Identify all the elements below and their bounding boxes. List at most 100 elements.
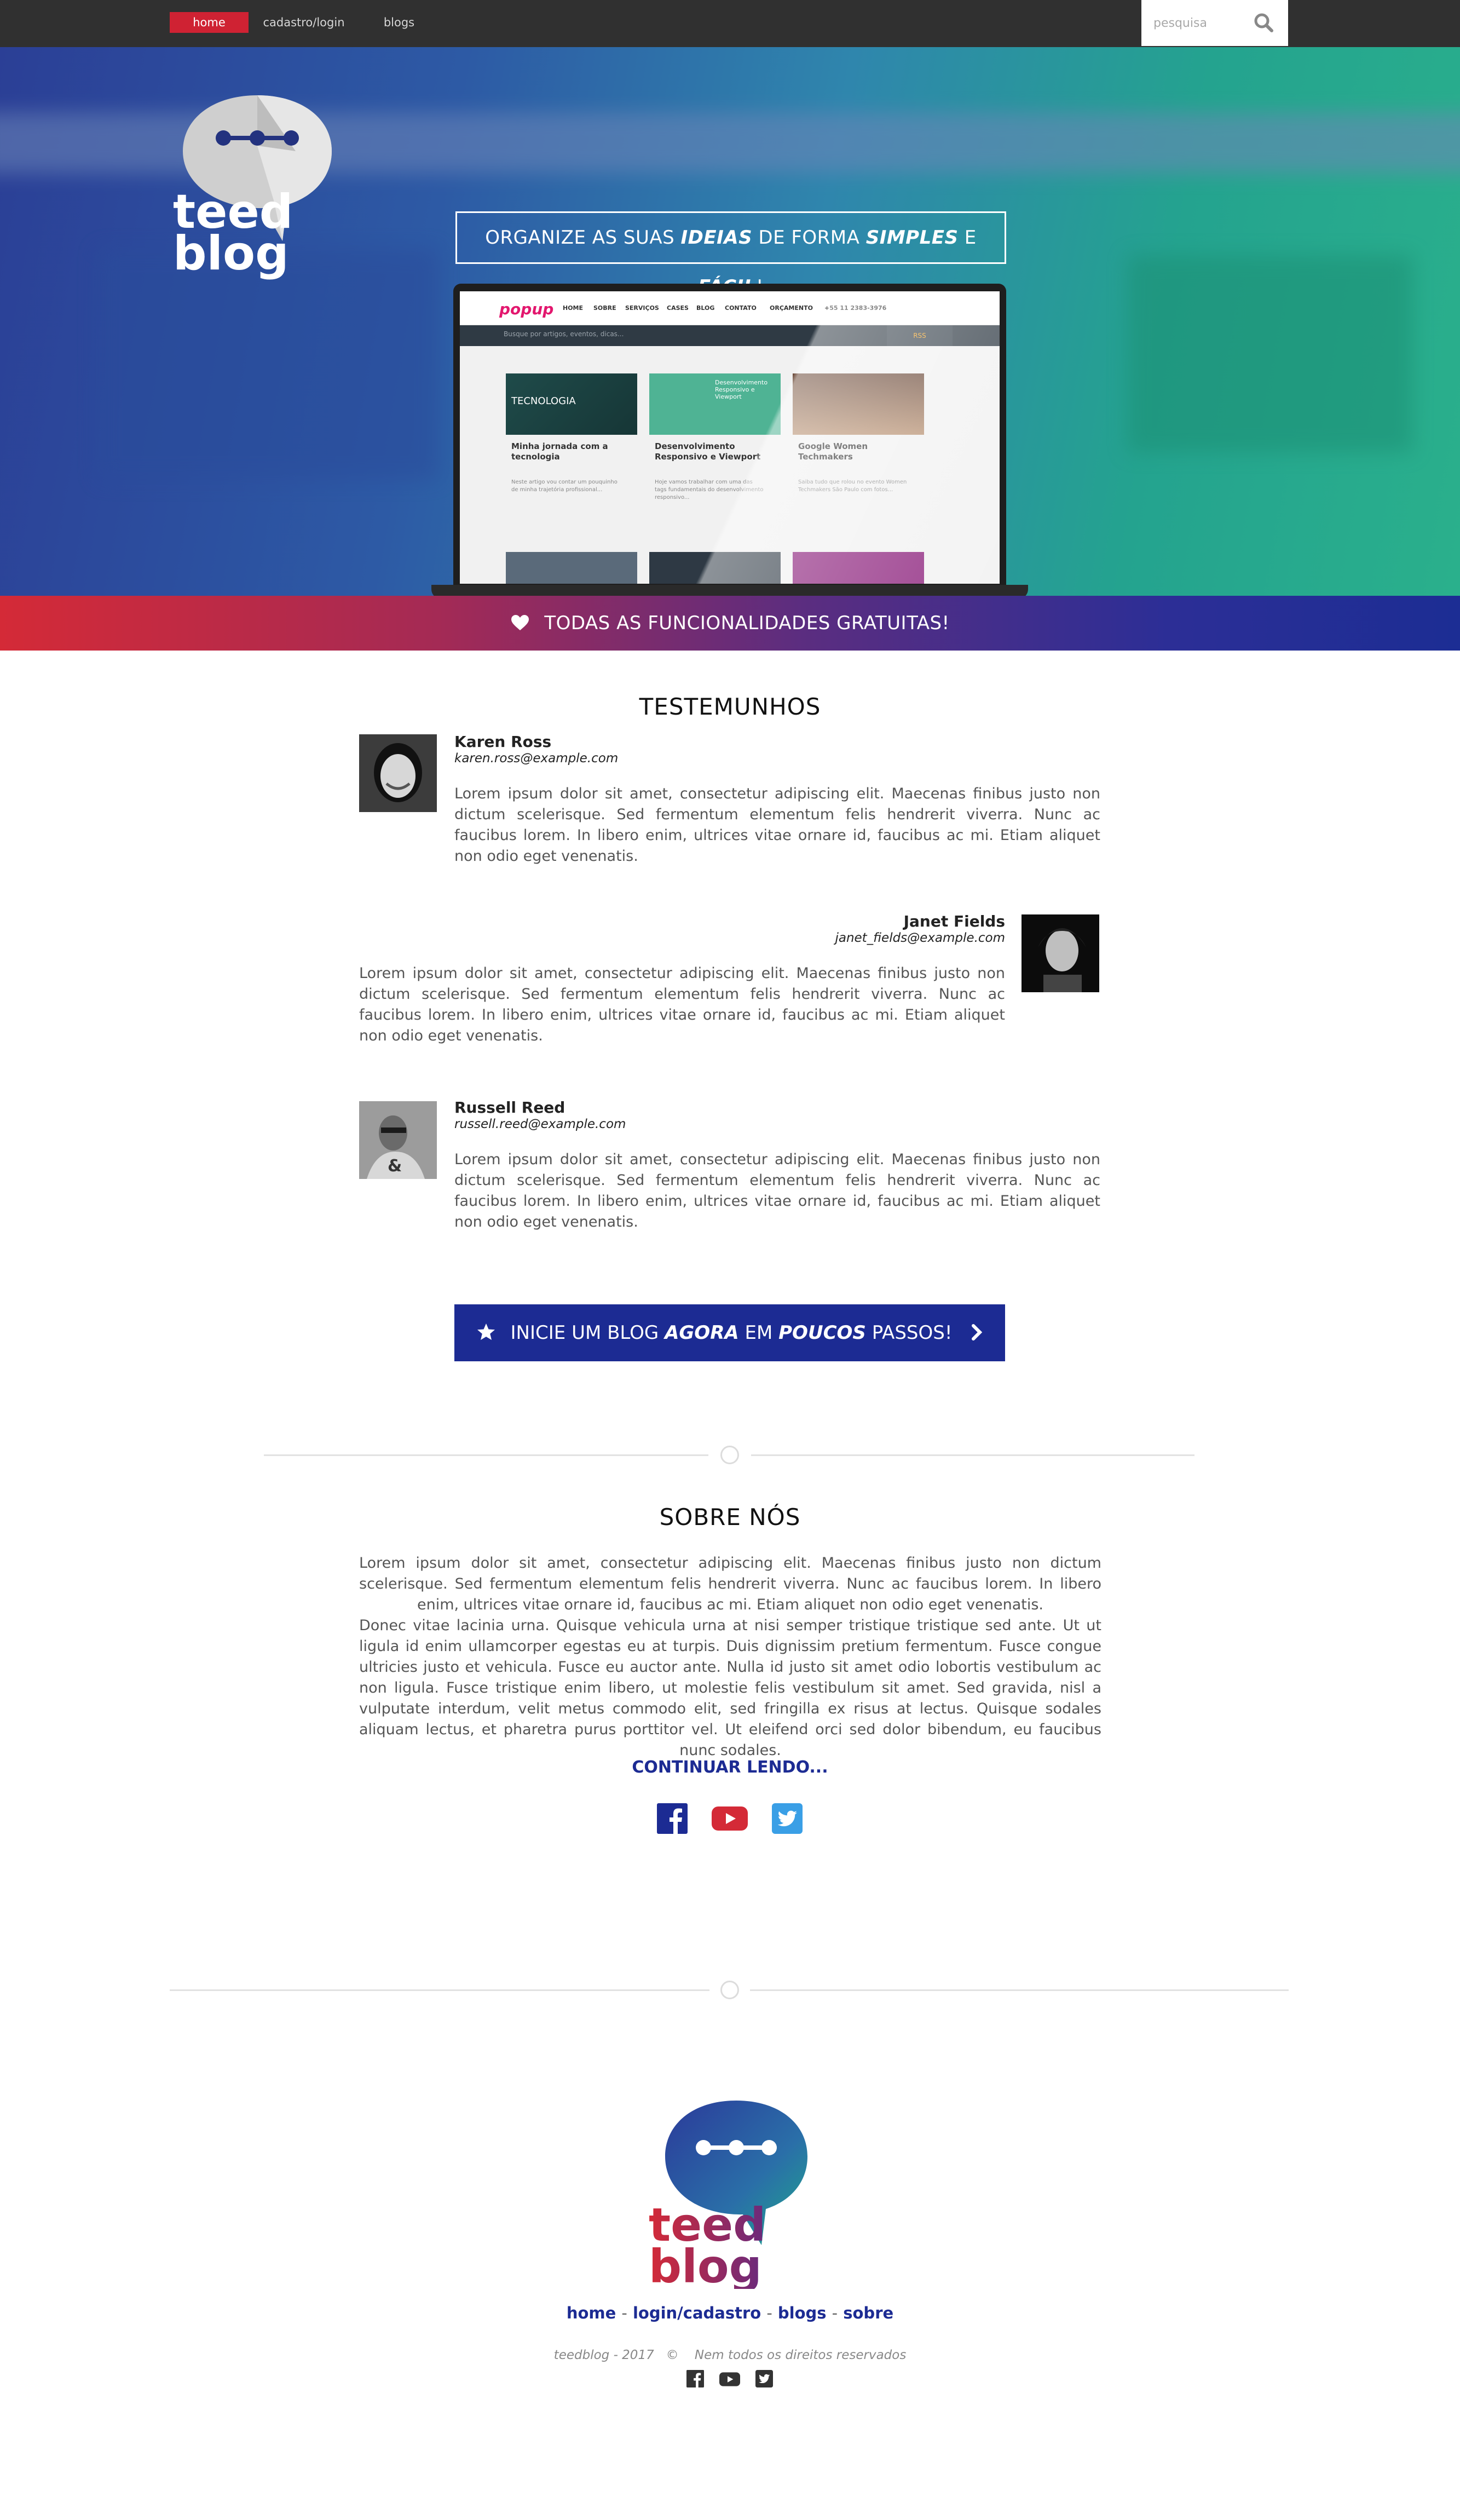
- nav-home-link[interactable]: home: [170, 12, 249, 33]
- testimonial-name: Karen Ross: [454, 733, 552, 751]
- cta-emphasis: POUCOS: [778, 1322, 866, 1344]
- about-paragraph: Donec vitae lacinia urna. Quisque vehicu…: [359, 1617, 1101, 1759]
- mockup-menu-item: BLOG: [696, 304, 715, 312]
- mockup-card-text: Saiba tudo que rolou no evento Women Tec…: [798, 479, 907, 493]
- logo-text-blog: blog: [173, 226, 289, 281]
- read-more-link[interactable]: CONTINUAR LENDO...: [0, 1758, 1460, 1777]
- laptop-screen: popup HOME SOBRE SERVIÇOS CASES BLOG CON…: [460, 291, 1000, 584]
- svg-text:&: &: [388, 1157, 402, 1176]
- avatar-photo: &: [359, 1101, 437, 1179]
- youtube-icon[interactable]: [712, 1806, 748, 1831]
- testimonial-text: Lorem ipsum dolor sit amet, consectetur …: [454, 1151, 1100, 1230]
- avatar-photo: [1022, 914, 1099, 992]
- mockup-card-image: [793, 373, 924, 435]
- mockup-search-bar: Busque por artigos, eventos, dicas... RS…: [460, 325, 1000, 346]
- nav-cadastro-login-link[interactable]: cadastro/login: [263, 12, 345, 33]
- mockup-logo: popup: [499, 300, 554, 318]
- about-text: Lorem ipsum dolor sit amet, consectetur …: [359, 1553, 1101, 1761]
- hero-blur-shape: [99, 250, 438, 480]
- top-navbar: home cadastro/login blogs: [0, 0, 1460, 47]
- footer-link-home[interactable]: home: [567, 2304, 616, 2322]
- about-title: SOBRE NÓS: [659, 1504, 801, 1531]
- star-icon: [477, 1323, 495, 1340]
- mockup-card: Desenvolvimento Responsivo e Viewport De…: [649, 373, 781, 538]
- mockup-menu-item: HOME: [563, 304, 584, 312]
- cta-text: PASSOS!: [865, 1322, 953, 1344]
- free-features-text: TODAS AS FUNCIONALIDADES GRATUITAS!: [544, 612, 950, 634]
- search-button[interactable]: [1251, 10, 1277, 36]
- testimonials-title: TESTEMUNHOS: [639, 693, 821, 720]
- divider: [170, 1989, 709, 1991]
- testimonial-text: Lorem ipsum dolor sit amet, consectetur …: [454, 785, 1100, 865]
- mockup-card-title: Google Women Techmakers: [798, 441, 868, 462]
- heart-icon: [511, 614, 529, 630]
- footer-nav: home - login/cadastro - blogs - sobre: [0, 2304, 1460, 2322]
- footer-link-login-cadastro[interactable]: login/cadastro: [633, 2304, 761, 2322]
- tagline-emphasis: IDEIAS: [680, 227, 753, 249]
- mockup-menu-item: SERVIÇOS: [625, 304, 659, 312]
- tagline-emphasis: SIMPLES: [865, 227, 959, 249]
- footer-link-blogs[interactable]: blogs: [778, 2304, 827, 2322]
- cta-text: EM: [738, 1322, 779, 1344]
- laptop-base: [431, 585, 1028, 596]
- mockup-card-image: [506, 552, 637, 584]
- mockup-card-image: Desenvolvimento Responsivo e Viewport: [649, 373, 781, 435]
- hero-blur-shape: [1128, 255, 1412, 452]
- search-box: [1141, 0, 1288, 46]
- avatar: [359, 734, 437, 812]
- nav-blogs-link[interactable]: blogs: [373, 12, 425, 33]
- mockup-menu-item: ORÇAMENTO: [770, 304, 813, 312]
- chevron-right-icon: [972, 1324, 983, 1340]
- dots-connector-icon: [216, 130, 299, 146]
- teedblog-footer-logo[interactable]: teed blog: [649, 2097, 813, 2289]
- avatar: &: [359, 1101, 437, 1179]
- mockup-search-text: Busque por artigos, eventos, dicas...: [504, 330, 624, 338]
- youtube-icon[interactable]: [719, 2372, 740, 2386]
- mockup-card: Google Women Techmakers Saiba tudo que r…: [793, 373, 924, 538]
- search-icon: [1254, 13, 1273, 32]
- footer-copyright: teedblog - 2017 © Nem todos os direitos …: [0, 2348, 1460, 2362]
- mockup-menu-item: SOBRE: [593, 304, 616, 312]
- tagline-part: E: [958, 227, 977, 249]
- mockup-card-title: Minha jornada com a tecnologia: [511, 441, 608, 462]
- tagline-part: ORGANIZE AS SUAS: [485, 227, 681, 249]
- mockup-phone: +55 11 2383-3976: [824, 304, 887, 312]
- mockup-card-image: [793, 552, 924, 584]
- testimonial-text: Lorem ipsum dolor sit amet, consectetur …: [359, 965, 1005, 1044]
- cta-emphasis: AGORA: [665, 1322, 739, 1344]
- divider: [751, 1454, 1194, 1456]
- about-paragraph: Lorem ipsum dolor sit amet, consectetur …: [359, 1555, 1101, 1613]
- twitter-icon[interactable]: [755, 2370, 773, 2387]
- twitter-icon[interactable]: [772, 1803, 803, 1834]
- free-features-banner: TODAS AS FUNCIONALIDADES GRATUITAS!: [0, 596, 1460, 651]
- hero-banner: teed blog ORGANIZE AS SUAS IDEIAS DE FOR…: [0, 47, 1460, 596]
- avatar-photo: [359, 734, 437, 812]
- testimonial-name: Janet Fields: [903, 912, 1005, 930]
- facebook-icon[interactable]: [657, 1803, 688, 1834]
- divider-dot: [720, 1981, 739, 1999]
- mockup-menu-item: CONTATO: [725, 304, 757, 312]
- mockup-card-image: TECNOLOGIA: [506, 373, 637, 435]
- cta-text: INICIE UM BLOG: [510, 1322, 665, 1344]
- copyright-left: teedblog - 2017: [553, 2348, 654, 2362]
- teedblog-logo[interactable]: teed blog: [170, 85, 345, 283]
- divider-dot: [720, 1446, 739, 1464]
- footer-separator: -: [766, 2304, 772, 2322]
- mockup-card-title: Desenvolvimento Responsivo e Viewport: [655, 441, 761, 462]
- mockup-card-image: [649, 552, 781, 584]
- facebook-icon[interactable]: [686, 2370, 704, 2387]
- tagline-part: DE FORMA: [752, 227, 866, 249]
- copyright-right: Nem todos os direitos reservados: [694, 2348, 907, 2362]
- testimonial-email[interactable]: karen.ross@example.com: [454, 751, 618, 766]
- footer-link-sobre[interactable]: sobre: [843, 2304, 893, 2322]
- mockup-card-text: Neste artigo vou contar um pouquinho de …: [511, 479, 618, 493]
- logo-text-blog: blog: [649, 2240, 762, 2289]
- search-input[interactable]: [1152, 13, 1245, 33]
- mockup-card-image-text: TECNOLOGIA: [511, 395, 576, 407]
- hero-tagline: ORGANIZE AS SUAS IDEIAS DE FORMA SIMPLES…: [455, 211, 1006, 298]
- start-blog-button[interactable]: INICIE UM BLOG AGORA EM POUCOS PASSOS!: [454, 1304, 1005, 1361]
- divider: [750, 1989, 1289, 1991]
- footer-separator: -: [832, 2304, 838, 2322]
- testimonial-email[interactable]: janet_fields@example.com: [547, 931, 1005, 945]
- testimonial-email[interactable]: russell.reed@example.com: [454, 1117, 626, 1131]
